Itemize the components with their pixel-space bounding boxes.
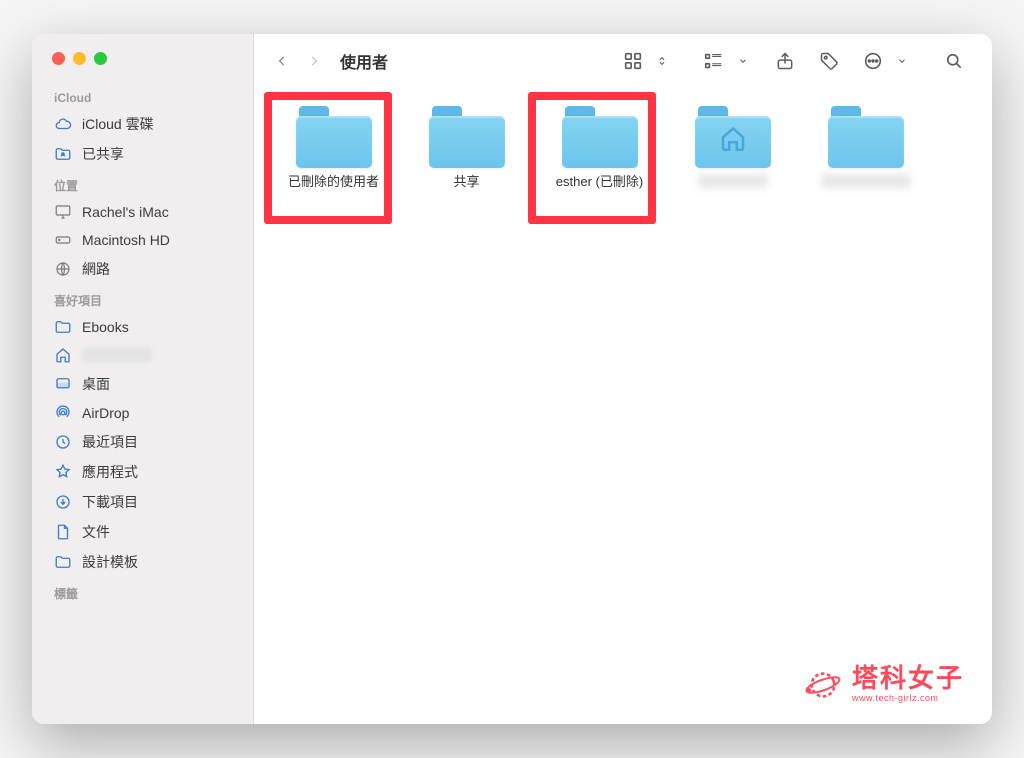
folder-label: 共享 (453, 174, 479, 190)
sidebar-item-applications[interactable]: 應用程式 (32, 457, 253, 487)
sidebar-item-icloud-drive[interactable]: iCloud 雲碟 (32, 109, 253, 139)
group-menu-chevron[interactable] (735, 44, 751, 78)
back-button[interactable] (268, 44, 296, 78)
tags-button[interactable] (809, 44, 849, 78)
folder-shared[interactable]: 共享 (409, 106, 524, 190)
folder-icon (562, 106, 638, 168)
main-area: 使用者 (254, 34, 992, 724)
folder-label-blurred (698, 174, 768, 188)
finder-window: iCloud iCloud 雲碟 已共享 位置 Rachel's iMac Ma… (32, 34, 992, 724)
folder-esther-deleted[interactable]: esther (已刪除) (542, 106, 657, 190)
sidebar-item-network[interactable]: 網路 (32, 254, 253, 284)
folder-icon (828, 106, 904, 168)
window-title: 使用者 (340, 49, 388, 73)
watermark-url: www.tech-girlz.com (852, 694, 964, 703)
sidebar-item-label: 網路 (82, 259, 110, 279)
close-window-button[interactable] (52, 52, 65, 65)
fullscreen-window-button[interactable] (94, 52, 107, 65)
folder-icon (296, 106, 372, 168)
shared-folder-icon (54, 145, 72, 163)
folder-home-user[interactable] (675, 106, 790, 190)
sidebar-item-desktop[interactable]: 桌面 (32, 369, 253, 399)
sidebar-item-label: AirDrop (82, 405, 129, 421)
sidebar-section-tags: 標籤 (32, 577, 253, 606)
download-icon (54, 493, 72, 511)
home-icon (54, 346, 72, 364)
content-area[interactable]: 已刪除的使用者 共享 esther (已刪除) (254, 88, 992, 724)
folder-label: 已刪除的使用者 (288, 174, 379, 190)
folder-icon (54, 318, 72, 336)
network-icon (54, 260, 72, 278)
folder-label-blurred (821, 174, 911, 188)
sidebar-item-recents[interactable]: 最近項目 (32, 427, 253, 457)
sidebar-item-label-blurred (82, 348, 152, 362)
sidebar-item-label: 已共享 (82, 144, 124, 164)
sidebar-section-icloud: iCloud (32, 83, 253, 109)
sidebar-section-locations: 位置 (32, 169, 253, 198)
sidebar-item-label: Macintosh HD (82, 232, 170, 248)
forward-button[interactable] (300, 44, 328, 78)
search-button[interactable] (934, 44, 974, 78)
document-icon (54, 523, 72, 541)
traffic-lights (32, 52, 253, 83)
folder-unknown[interactable] (808, 106, 923, 190)
sidebar-item-label: 應用程式 (82, 462, 138, 482)
sidebar-item-label: 下載項目 (82, 492, 138, 512)
folder-deleted-users[interactable]: 已刪除的使用者 (276, 106, 391, 190)
sidebar-item-label: Rachel's iMac (82, 204, 169, 220)
imac-icon (54, 203, 72, 221)
view-menu-chevron[interactable] (654, 44, 670, 78)
sidebar-item-label: 最近項目 (82, 432, 138, 452)
sidebar-section-favorites: 喜好項目 (32, 284, 253, 313)
desktop-icon (54, 375, 72, 393)
toolbar: 使用者 (254, 34, 992, 88)
sidebar-item-home[interactable] (32, 341, 253, 369)
sidebar: iCloud iCloud 雲碟 已共享 位置 Rachel's iMac Ma… (32, 34, 254, 724)
home-icon (718, 124, 748, 154)
minimize-window-button[interactable] (73, 52, 86, 65)
folder-icon (54, 553, 72, 571)
sidebar-item-label: 文件 (82, 522, 110, 542)
sidebar-item-design-templates[interactable]: 設計模板 (32, 547, 253, 577)
airdrop-icon (54, 404, 72, 422)
action-menu-chevron[interactable] (894, 44, 910, 78)
share-button[interactable] (765, 44, 805, 78)
view-icons-button[interactable] (613, 44, 653, 78)
sidebar-item-downloads[interactable]: 下載項目 (32, 487, 253, 517)
apps-icon (54, 463, 72, 481)
watermark-title: 塔科女子 (852, 665, 964, 691)
sidebar-item-label: iCloud 雲碟 (82, 114, 154, 134)
hdd-icon (54, 231, 72, 249)
cloud-icon (54, 115, 72, 133)
sidebar-item-label: Ebooks (82, 319, 129, 335)
watermark-icon (802, 664, 842, 704)
sidebar-item-documents[interactable]: 文件 (32, 517, 253, 547)
action-menu-button[interactable] (853, 44, 893, 78)
watermark: 塔科女子 www.tech-girlz.com (802, 664, 964, 704)
sidebar-item-shared[interactable]: 已共享 (32, 139, 253, 169)
sidebar-item-label: 桌面 (82, 374, 110, 394)
folder-icon (429, 106, 505, 168)
sidebar-item-ebooks[interactable]: Ebooks (32, 313, 253, 341)
sidebar-item-macintosh-hd[interactable]: Macintosh HD (32, 226, 253, 254)
sidebar-item-airdrop[interactable]: AirDrop (32, 399, 253, 427)
folder-label: esther (已刪除) (556, 174, 643, 190)
group-button[interactable] (694, 44, 734, 78)
clock-icon (54, 433, 72, 451)
sidebar-item-imac[interactable]: Rachel's iMac (32, 198, 253, 226)
sidebar-item-label: 設計模板 (82, 552, 138, 572)
folder-icon (695, 106, 771, 168)
